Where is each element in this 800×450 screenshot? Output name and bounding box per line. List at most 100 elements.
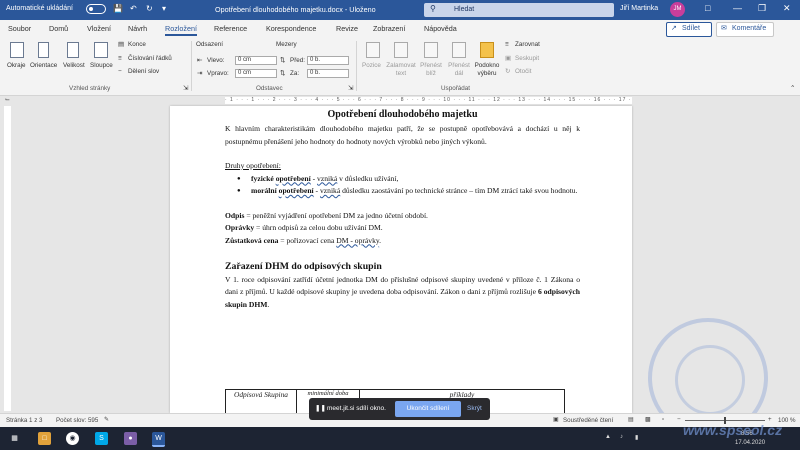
- margins-button[interactable]: Okraje: [7, 62, 26, 69]
- share-notice-text: meet.jit.si sdílí okno.: [327, 405, 386, 412]
- tab-napoveda[interactable]: Nápověda: [424, 24, 457, 33]
- search-label: Hledat: [454, 6, 475, 13]
- search-box[interactable]: ⚲ Hledat: [424, 3, 614, 17]
- breaks-button[interactable]: Konce: [128, 41, 146, 48]
- selection-pane-icon[interactable]: [480, 42, 494, 58]
- customize-chevron-icon[interactable]: ▾: [162, 4, 166, 13]
- section-paragraph: V 1. roce odpisování zatřídí účetní jedn…: [225, 274, 580, 312]
- start-icon[interactable]: ▦: [8, 432, 21, 445]
- collapse-ribbon-icon[interactable]: ⌃: [790, 85, 795, 92]
- proofing-icon[interactable]: ✎: [104, 416, 109, 423]
- spacing-label: Mezery: [276, 41, 297, 48]
- vertical-ruler[interactable]: [4, 106, 11, 411]
- send-backward-icon: [452, 42, 466, 58]
- size-button[interactable]: Velikost: [63, 62, 85, 69]
- focus-mode-button[interactable]: Soustředěné čtení: [563, 417, 613, 424]
- tab-rozlozeni[interactable]: Rozložení: [165, 24, 197, 36]
- indent-label: Odsazení: [196, 41, 223, 48]
- word-icon[interactable]: W: [152, 432, 165, 447]
- battery-icon[interactable]: ▮: [635, 434, 638, 441]
- align-icon: ≡: [505, 41, 509, 48]
- tab-soubor[interactable]: Soubor: [8, 24, 31, 33]
- tab-reference[interactable]: Reference: [214, 24, 247, 33]
- comments-button[interactable]: ✉ Komentáře: [716, 22, 774, 37]
- indent-right-value: 0 cm: [238, 70, 252, 76]
- tab-korespondence[interactable]: Korespondence: [266, 24, 316, 33]
- clock-date[interactable]: 17.04.2020: [735, 440, 765, 446]
- zoom-out-icon[interactable]: −: [677, 416, 681, 423]
- focus-icon[interactable]: ▣: [553, 416, 559, 423]
- columns-icon[interactable]: [94, 42, 108, 58]
- size-icon[interactable]: [67, 42, 79, 58]
- section-text: V 1. roce odpisování zatřídí účetní jedn…: [225, 274, 580, 297]
- tab-revize[interactable]: Revize: [336, 24, 358, 33]
- line-numbers-button[interactable]: Číslování řádků: [128, 55, 172, 62]
- def3-end: .: [379, 235, 382, 245]
- document-body[interactable]: Opotřebení dlouhodobého majetku K hlavní…: [225, 106, 580, 311]
- orientation-button[interactable]: Orientace: [30, 62, 57, 69]
- restore-icon[interactable]: ❐: [758, 3, 766, 14]
- user-name[interactable]: Jiří Martinka: [620, 5, 658, 12]
- group-button: Seskupit: [515, 55, 540, 62]
- spacing-before-label: Před:: [290, 57, 306, 64]
- redo-icon[interactable]: ↻: [146, 4, 153, 13]
- read-mode-icon[interactable]: ▤: [628, 416, 634, 423]
- def3-term: Zůstatková cena: [225, 235, 279, 245]
- page-setup-group-label: Vzhled stránky: [69, 85, 111, 92]
- skype-icon[interactable]: S: [95, 432, 108, 445]
- types-list: fyzické opotřebení - vzniká v důsledku u…: [225, 173, 580, 198]
- avatar[interactable]: JM: [670, 2, 685, 17]
- hyphenation-icon: −: [118, 68, 122, 75]
- page-setup-launcher-icon[interactable]: ⇲: [183, 85, 188, 92]
- hyphenation-button[interactable]: Dělení slov: [128, 68, 159, 75]
- comments-label: Komentáře: [732, 25, 767, 32]
- margins-icon[interactable]: [10, 42, 24, 58]
- selection-pane-button[interactable]: Podokno výběru: [472, 62, 502, 78]
- position-button: Pozice: [362, 62, 381, 69]
- network-icon[interactable]: ▲: [605, 434, 611, 440]
- spacing-after-input[interactable]: 0 b.: [307, 69, 349, 78]
- minimize-icon[interactable]: —: [733, 3, 742, 13]
- document-page[interactable]: Opotřebení dlouhodobého majetku K hlavní…: [170, 106, 632, 413]
- tab-vlozeni[interactable]: Vložení: [87, 24, 111, 33]
- tab-selector-icon[interactable]: ⌙: [5, 96, 10, 103]
- word-count[interactable]: Počet slov: 595: [56, 417, 98, 424]
- horizontal-ruler[interactable]: ⌙ · 1 · · · 1 · · · 2 · · · 3 · · · 4 · …: [0, 96, 800, 105]
- orientation-icon[interactable]: [38, 42, 49, 58]
- save-icon[interactable]: 💾: [113, 4, 123, 13]
- chrome-icon[interactable]: ◉: [66, 432, 79, 445]
- breaks-icon: ▤: [118, 41, 124, 48]
- columns-button[interactable]: Sloupce: [90, 62, 113, 69]
- tab-zobrazeni[interactable]: Zobrazení: [373, 24, 405, 33]
- undo-icon[interactable]: ↶: [130, 4, 137, 13]
- indent-right-input[interactable]: 0 cm: [235, 69, 277, 78]
- tab-navrh[interactable]: Návrh: [128, 24, 147, 33]
- web-layout-icon[interactable]: ▫: [662, 416, 664, 423]
- bring-forward-icon: [424, 42, 438, 58]
- bullet2-verb: vzniká: [319, 186, 341, 195]
- page-counter[interactable]: Stránka 1 z 3: [6, 417, 42, 424]
- print-layout-icon[interactable]: ▩: [645, 416, 651, 423]
- bullet1-text: v důsledku užívání,: [337, 173, 399, 183]
- paragraph-launcher-icon[interactable]: ⇲: [348, 85, 353, 92]
- align-button[interactable]: Zarovnat: [515, 41, 540, 48]
- definition-opravky: Oprávky = úhrn odpisů za celou dobu užív…: [225, 222, 580, 235]
- spacing-before-input[interactable]: 0 b.: [307, 56, 349, 65]
- indent-left-icon: ⇤: [197, 57, 203, 64]
- volume-icon[interactable]: ♪: [620, 434, 623, 440]
- tab-domu[interactable]: Domů: [49, 24, 68, 33]
- stop-sharing-button[interactable]: Ukončit sdílení: [395, 401, 461, 417]
- pause-icon[interactable]: ❚❚: [315, 404, 326, 412]
- share-button[interactable]: ↗ Sdílet: [666, 22, 712, 37]
- autosave-toggle[interactable]: [86, 4, 106, 14]
- file-explorer-icon[interactable]: □: [38, 432, 51, 445]
- app-icon[interactable]: ●: [124, 432, 137, 445]
- table-header-cell: Odpisová Skupina: [225, 389, 297, 413]
- close-icon[interactable]: ✕: [783, 3, 791, 14]
- indent-left-input[interactable]: 0 cm: [235, 56, 277, 65]
- ribbon-display-icon[interactable]: □: [705, 3, 710, 13]
- hide-button[interactable]: Skrýt: [467, 405, 482, 412]
